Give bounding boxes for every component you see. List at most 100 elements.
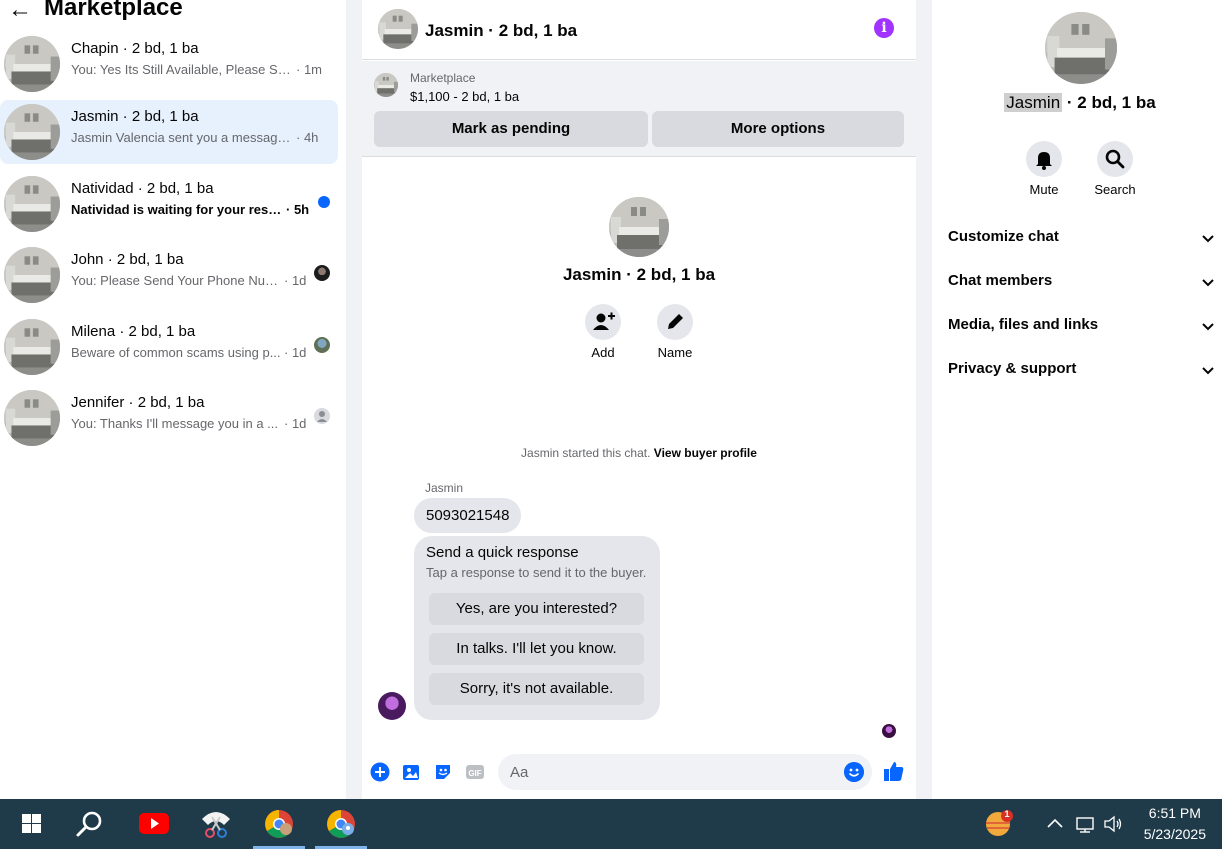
svg-text:GIF: GIF — [468, 769, 481, 778]
conversation-item-chapin[interactable]: Chapin · 2 bd, 1 ba You: Yes Its Still A… — [0, 32, 338, 96]
more-options-button[interactable]: More options — [652, 111, 904, 147]
snipping-tool-taskbar-button[interactable] — [190, 799, 242, 849]
highlighted-name: Jasmin — [1004, 93, 1063, 112]
search-icon — [76, 811, 102, 837]
conversation-snippet: You: Thanks I'll message you in a ... — [71, 416, 278, 431]
bell-icon — [1036, 152, 1052, 170]
conversation-time: · 5h — [286, 202, 310, 217]
chat-members-row[interactable]: Chat members — [948, 272, 1216, 292]
system-clock[interactable]: 6:51 PM 5/23/2025 — [1144, 803, 1206, 845]
conversation-time: · 1d — [284, 273, 307, 288]
quick-response-subtitle: Tap a response to send it to the buyer. — [426, 565, 647, 580]
quick-response-button[interactable]: In talks. I'll let you know. — [429, 633, 644, 665]
conversation-time: · 4h — [296, 130, 319, 145]
customize-chat-row[interactable]: Customize chat — [948, 228, 1216, 248]
default-avatar-icon — [314, 408, 330, 424]
profile-avatar — [609, 197, 669, 257]
conversation-item-milena[interactable]: Milena · 2 bd, 1 ba Beware of common sca… — [0, 315, 338, 379]
quick-response-button[interactable]: Yes, are you interested? — [429, 593, 644, 625]
plus-circle-icon[interactable] — [370, 762, 390, 782]
search-button[interactable] — [1097, 141, 1133, 177]
emoji-icon[interactable] — [844, 762, 864, 782]
conversation-title: Natividad · 2 bd, 1 ba — [71, 180, 214, 197]
conversation-item-jasmin[interactable]: Jasmin · 2 bd, 1 ba Jasmin Valencia sent… — [0, 100, 338, 164]
conversation-sidebar: ← Marketplace Chapin · 2 bd, 1 ba You: Y… — [0, 0, 346, 799]
conversation-title: Chapin · 2 bd, 1 ba — [71, 40, 199, 57]
message-bubble[interactable]: 5093021548 — [414, 498, 522, 533]
youtube-icon — [139, 813, 169, 834]
gif-icon[interactable]: GIF — [465, 762, 485, 782]
listing-avatar — [4, 176, 60, 232]
chevron-down-icon — [1202, 367, 1214, 375]
network-icon[interactable] — [1073, 812, 1097, 836]
add-label: Add — [591, 345, 615, 360]
chat-title[interactable]: Jasmin · 2 bd, 1 ba — [425, 21, 577, 41]
chrome-profile-taskbar-button[interactable] — [315, 799, 367, 849]
youtube-taskbar-button[interactable] — [128, 799, 180, 849]
chevron-up-icon[interactable] — [1043, 812, 1067, 836]
unread-dot-icon — [318, 196, 330, 208]
section-label: Privacy & support — [948, 360, 1077, 377]
chat-started-notice: Jasmin started this chat. View buyer pro… — [362, 446, 916, 460]
clock-date: 5/23/2025 — [1143, 826, 1206, 842]
weather-widget[interactable]: 1 — [972, 799, 1024, 849]
conversation-snippet: You: Yes Its Still Available, Please Sen… — [71, 62, 291, 77]
conversation-snippet: Natividad is waiting for your respo... — [71, 202, 289, 217]
edit-name-button[interactable] — [657, 304, 693, 340]
chat-header: Jasmin · 2 bd, 1 ba i — [362, 0, 916, 60]
thumbs-up-icon[interactable] — [883, 760, 905, 782]
search-icon — [1105, 149, 1125, 169]
clock-time: 6:51 PM — [1148, 805, 1201, 821]
message-composer: GIF — [362, 752, 916, 792]
section-label: Chat members — [948, 272, 1053, 289]
conversation-title: Jasmin · 2 bd, 1 ba — [71, 108, 199, 125]
message-input[interactable] — [510, 754, 830, 790]
info-name: Jasmin · 2 bd, 1 ba — [932, 93, 1222, 113]
conversation-snippet: Jasmin Valencia sent you a message a... — [71, 130, 291, 145]
search-label: Search — [1094, 182, 1136, 197]
listing-price[interactable]: $1,100 - 2 bd, 1 ba — [410, 89, 519, 104]
chrome-taskbar-button[interactable] — [253, 799, 305, 849]
speaker-icon[interactable] — [1101, 812, 1125, 836]
chevron-down-icon — [1202, 279, 1214, 287]
chrome-icon — [265, 810, 293, 838]
profile-name: Jasmin · 2 bd, 1 ba — [562, 265, 716, 284]
sticker-icon[interactable] — [433, 762, 453, 782]
privacy-support-row[interactable]: Privacy & support — [948, 360, 1216, 380]
started-text: Jasmin started this chat. — [521, 446, 651, 460]
conversation-item-john[interactable]: John · 2 bd, 1 ba You: Please Send Your … — [0, 243, 338, 307]
conversation-title: Jennifer · 2 bd, 1 ba — [71, 394, 205, 411]
quick-response-button[interactable]: Sorry, it's not available. — [429, 673, 644, 705]
photo-icon[interactable] — [402, 762, 422, 782]
conversation-snippet: Beware of common scams using p... — [71, 345, 281, 360]
chat-info-panel: Jasmin · 2 bd, 1 ba Mute Search Customiz… — [932, 0, 1222, 799]
mark-pending-button[interactable]: Mark as pending — [374, 111, 648, 147]
sender-name: Jasmin — [425, 481, 464, 495]
chrome-icon — [327, 810, 355, 838]
weather-sun-icon — [986, 810, 1013, 836]
chat-avatar[interactable] — [378, 9, 418, 49]
conversation-time: · 1d — [284, 416, 307, 431]
start-button[interactable] — [4, 799, 56, 849]
weather-badge: 1 — [1004, 809, 1010, 819]
info-avatar — [1045, 12, 1117, 84]
pencil-icon — [668, 314, 683, 329]
info-icon[interactable]: i — [874, 18, 894, 38]
view-buyer-profile-link[interactable]: View buyer profile — [654, 446, 757, 460]
listing-label: Marketplace — [410, 71, 476, 85]
search-taskbar-button[interactable] — [64, 799, 116, 849]
name-label: Name — [657, 345, 693, 360]
back-arrow-icon[interactable]: ← — [8, 0, 32, 24]
sidebar-header: ← Marketplace — [0, 0, 346, 26]
conversation-item-jennifer[interactable]: Jennifer · 2 bd, 1 ba You: Thanks I'll m… — [0, 386, 338, 450]
listing-avatar — [4, 319, 60, 375]
message-input-box — [498, 754, 872, 790]
conversation-item-natividad[interactable]: Natividad · 2 bd, 1 ba Natividad is wait… — [0, 172, 338, 236]
section-label: Media, files and links — [948, 316, 1099, 333]
mute-button[interactable] — [1026, 141, 1062, 177]
media-files-links-row[interactable]: Media, files and links — [948, 316, 1216, 336]
listing-bar: Marketplace $1,100 - 2 bd, 1 ba Mark as … — [362, 61, 916, 157]
add-person-button[interactable] — [585, 304, 621, 340]
listing-thumbnail[interactable] — [374, 73, 398, 97]
sender-avatar[interactable] — [378, 692, 406, 720]
